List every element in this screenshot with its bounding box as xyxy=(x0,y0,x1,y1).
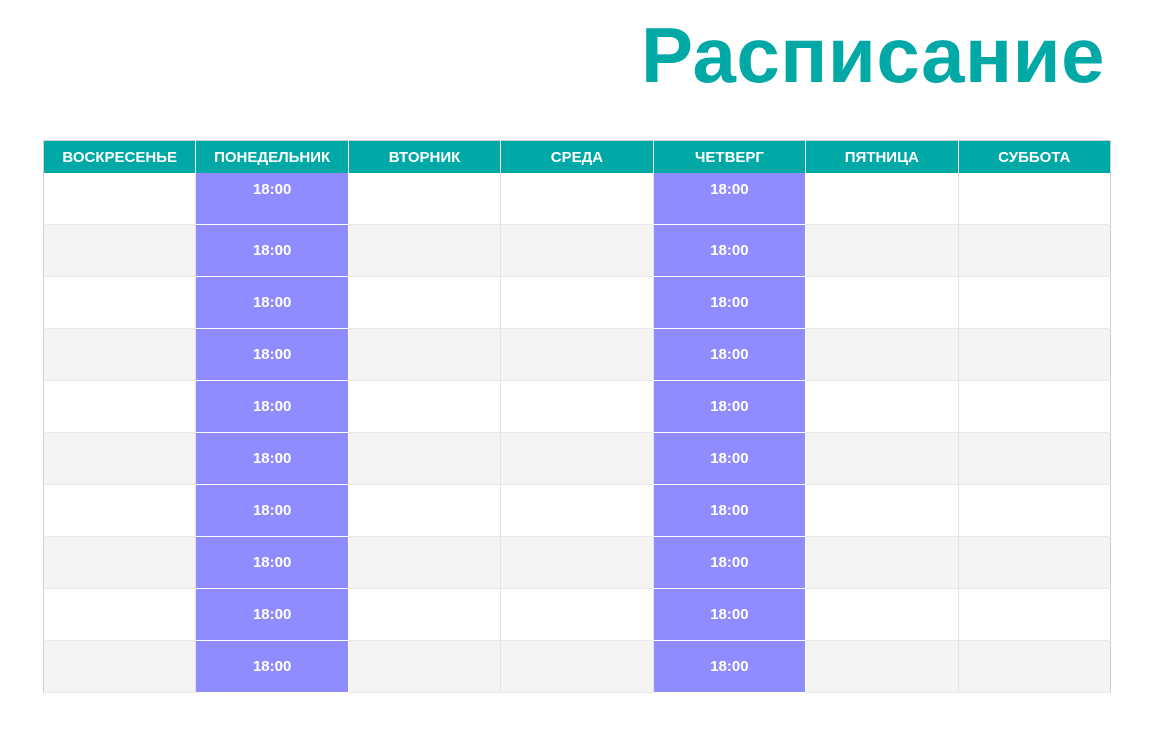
empty-cell-wednesday xyxy=(500,484,654,537)
empty-cell-saturday xyxy=(958,224,1111,277)
empty-cell-saturday xyxy=(958,640,1111,693)
time-slot-thursday: 18:00 xyxy=(653,276,807,329)
empty-cell-friday xyxy=(805,380,959,433)
time-slot-monday: 18:00 xyxy=(195,224,349,277)
time-slot-thursday: 18:00 xyxy=(653,224,807,277)
schedule-row: 18:00 18:00 xyxy=(43,276,1111,329)
empty-cell-wednesday xyxy=(500,328,654,381)
time-slot-thursday: 18:00 xyxy=(653,173,807,225)
day-header-monday: ПОНЕДЕЛЬНИК xyxy=(195,140,349,173)
empty-cell-tuesday xyxy=(348,484,502,537)
time-slot-monday: 18:00 xyxy=(195,173,349,225)
empty-cell-saturday xyxy=(958,173,1111,225)
empty-cell-wednesday xyxy=(500,640,654,693)
time-slot-monday: 18:00 xyxy=(195,588,349,641)
empty-cell-tuesday xyxy=(348,588,502,641)
time-slot-thursday: 18:00 xyxy=(653,588,807,641)
time-slot-monday: 18:00 xyxy=(195,380,349,433)
empty-cell-sunday xyxy=(43,640,197,693)
schedule-row: 18:00 18:00 xyxy=(43,640,1111,693)
empty-cell-tuesday xyxy=(348,640,502,693)
day-header-sunday: ВОСКРЕСЕНЬЕ xyxy=(43,140,197,173)
day-header-thursday: ЧЕТВЕРГ xyxy=(653,140,807,173)
empty-cell-wednesday xyxy=(500,588,654,641)
schedule-row: 18:00 18:00 xyxy=(43,484,1111,537)
time-slot-monday: 18:00 xyxy=(195,432,349,485)
empty-cell-tuesday xyxy=(348,432,502,485)
empty-cell-tuesday xyxy=(348,536,502,589)
empty-cell-saturday xyxy=(958,380,1111,433)
schedule-page: Расписание ВОСКРЕСЕНЬЕ ПОНЕДЕЛЬНИК ВТОРН… xyxy=(0,0,1157,733)
empty-cell-tuesday xyxy=(348,328,502,381)
empty-cell-tuesday xyxy=(348,276,502,329)
empty-cell-wednesday xyxy=(500,224,654,277)
empty-cell-sunday xyxy=(43,484,197,537)
empty-cell-sunday xyxy=(43,224,197,277)
schedule-row: 18:00 18:00 xyxy=(43,380,1111,433)
empty-cell-friday xyxy=(805,276,959,329)
time-slot-thursday: 18:00 xyxy=(653,536,807,589)
time-slot-thursday: 18:00 xyxy=(653,380,807,433)
empty-cell-sunday xyxy=(43,380,197,433)
schedule-row: 18:00 18:00 xyxy=(43,588,1111,641)
schedule-row: 18:00 18:00 xyxy=(43,536,1111,589)
schedule-row: 18:00 18:00 xyxy=(43,173,1111,225)
page-title: Расписание xyxy=(641,11,1105,99)
empty-cell-saturday xyxy=(958,536,1111,589)
empty-cell-friday xyxy=(805,640,959,693)
time-slot-monday: 18:00 xyxy=(195,536,349,589)
empty-cell-saturday xyxy=(958,328,1111,381)
time-slot-thursday: 18:00 xyxy=(653,484,807,537)
empty-cell-friday xyxy=(805,536,959,589)
empty-cell-wednesday xyxy=(500,276,654,329)
empty-cell-friday xyxy=(805,432,959,485)
day-header-saturday: СУББОТА xyxy=(958,140,1111,173)
empty-cell-saturday xyxy=(958,276,1111,329)
time-slot-monday: 18:00 xyxy=(195,328,349,381)
empty-cell-saturday xyxy=(958,432,1111,485)
empty-cell-wednesday xyxy=(500,173,654,225)
header-row: ВОСКРЕСЕНЬЕ ПОНЕДЕЛЬНИК ВТОРНИК СРЕДА ЧЕ… xyxy=(43,140,1111,173)
schedule-row: 18:00 18:00 xyxy=(43,432,1111,485)
time-slot-thursday: 18:00 xyxy=(653,432,807,485)
time-slot-monday: 18:00 xyxy=(195,640,349,693)
empty-cell-sunday xyxy=(43,276,197,329)
empty-cell-friday xyxy=(805,173,959,225)
empty-cell-sunday xyxy=(43,536,197,589)
day-header-wednesday: СРЕДА xyxy=(500,140,654,173)
schedule-row: 18:00 18:00 xyxy=(43,328,1111,381)
day-header-tuesday: ВТОРНИК xyxy=(348,140,502,173)
empty-cell-friday xyxy=(805,588,959,641)
empty-cell-tuesday xyxy=(348,173,502,225)
empty-cell-wednesday xyxy=(500,536,654,589)
schedule-row: 18:00 18:00 xyxy=(43,224,1111,277)
empty-cell-friday xyxy=(805,484,959,537)
empty-cell-tuesday xyxy=(348,380,502,433)
empty-cell-sunday xyxy=(43,173,197,225)
day-header-friday: ПЯТНИЦА xyxy=(805,140,959,173)
empty-cell-wednesday xyxy=(500,432,654,485)
empty-cell-friday xyxy=(805,224,959,277)
empty-cell-wednesday xyxy=(500,380,654,433)
empty-cell-sunday xyxy=(43,588,197,641)
empty-cell-saturday xyxy=(958,588,1111,641)
empty-cell-saturday xyxy=(958,484,1111,537)
time-slot-thursday: 18:00 xyxy=(653,328,807,381)
empty-cell-sunday xyxy=(43,328,197,381)
time-slot-thursday: 18:00 xyxy=(653,640,807,693)
empty-cell-sunday xyxy=(43,432,197,485)
time-slot-monday: 18:00 xyxy=(195,484,349,537)
schedule-body: 18:00 18:00 18:00 18:00 18:00 18:00 18:00 18:00… xyxy=(43,173,1111,693)
time-slot-monday: 18:00 xyxy=(195,276,349,329)
empty-cell-friday xyxy=(805,328,959,381)
empty-cell-tuesday xyxy=(348,224,502,277)
schedule-table: ВОСКРЕСЕНЬЕ ПОНЕДЕЛЬНИК ВТОРНИК СРЕДА ЧЕ… xyxy=(43,140,1111,693)
